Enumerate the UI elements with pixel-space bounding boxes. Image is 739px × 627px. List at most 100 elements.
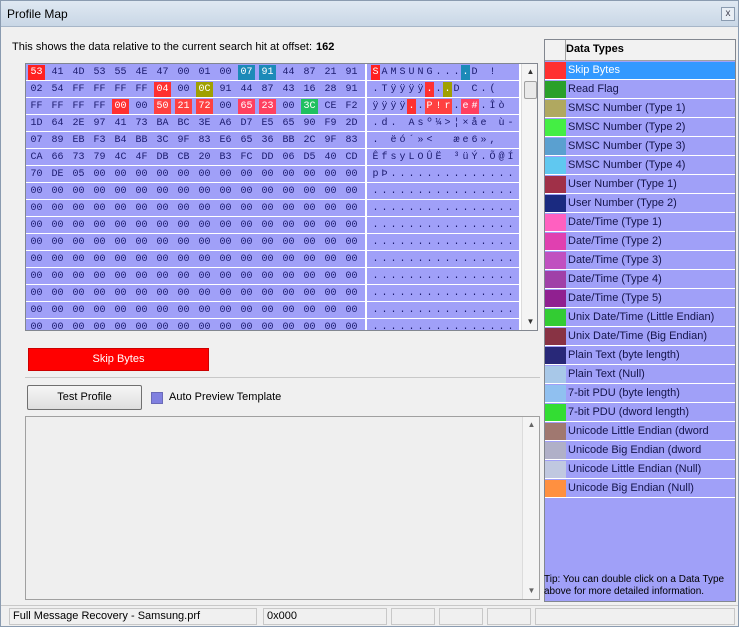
ascii-char[interactable]: e: [461, 99, 470, 114]
ascii-char[interactable]: .: [506, 320, 515, 330]
ascii-char[interactable]: [506, 133, 515, 148]
hex-byte[interactable]: 00: [343, 167, 360, 182]
ascii-char[interactable]: .: [389, 201, 398, 216]
ascii-char[interactable]: .: [416, 252, 425, 267]
hex-byte[interactable]: 00: [343, 218, 360, 233]
hex-byte[interactable]: 00: [175, 82, 192, 97]
ascii-char[interactable]: .: [434, 82, 443, 97]
ascii-char[interactable]: .: [371, 184, 380, 199]
hex-byte[interactable]: 00: [196, 184, 213, 199]
hex-byte[interactable]: 65: [238, 99, 255, 114]
preview-output-area[interactable]: ▲ ▼: [25, 416, 540, 600]
hex-byte[interactable]: 00: [91, 201, 108, 216]
ascii-char[interactable]: .: [389, 252, 398, 267]
hex-byte[interactable]: 16: [301, 82, 318, 97]
ascii-char[interactable]: .: [461, 184, 470, 199]
hex-byte[interactable]: 00: [301, 320, 318, 330]
ascii-char[interactable]: .: [497, 201, 506, 216]
ascii-char[interactable]: M: [389, 65, 398, 80]
hex-byte[interactable]: 43: [280, 82, 297, 97]
ascii-char[interactable]: .: [371, 116, 380, 131]
hex-byte[interactable]: 00: [49, 201, 66, 216]
ascii-char[interactable]: ÿ: [389, 82, 398, 97]
ascii-char[interactable]: .: [443, 252, 452, 267]
ascii-char[interactable]: [434, 133, 443, 148]
data-type-item[interactable]: SMSC Number (Type 1): [545, 100, 735, 118]
ascii-char[interactable]: @: [497, 150, 506, 165]
ascii-char[interactable]: .: [389, 320, 398, 330]
hex-byte[interactable]: 73: [133, 116, 150, 131]
ascii-char[interactable]: .: [443, 303, 452, 318]
ascii-char[interactable]: [497, 82, 506, 97]
hex-byte[interactable]: 00: [280, 184, 297, 199]
ascii-char[interactable]: L: [407, 150, 416, 165]
ascii-char[interactable]: .: [389, 218, 398, 233]
ascii-char[interactable]: .: [398, 286, 407, 301]
hex-byte[interactable]: 00: [175, 201, 192, 216]
ascii-char[interactable]: .: [398, 269, 407, 284]
hex-byte[interactable]: EB: [70, 133, 87, 148]
ascii-char[interactable]: å: [470, 116, 479, 131]
ascii-char[interactable]: .: [434, 320, 443, 330]
hex-byte[interactable]: 07: [238, 65, 255, 80]
ascii-char[interactable]: .: [425, 184, 434, 199]
ascii-char[interactable]: >: [443, 116, 452, 131]
ascii-char[interactable]: .: [470, 286, 479, 301]
hex-byte[interactable]: 02: [28, 82, 45, 97]
ascii-char[interactable]: .: [389, 235, 398, 250]
hex-byte[interactable]: 00: [70, 201, 87, 216]
ascii-char[interactable]: .: [443, 320, 452, 330]
ascii-char[interactable]: .: [506, 252, 515, 267]
ascii-char[interactable]: [506, 99, 515, 114]
hex-byte[interactable]: 00: [280, 286, 297, 301]
hex-byte[interactable]: 00: [133, 286, 150, 301]
ascii-char[interactable]: .: [479, 303, 488, 318]
ascii-char[interactable]: .: [461, 252, 470, 267]
hex-byte[interactable]: 4E: [133, 65, 150, 80]
hex-byte[interactable]: 00: [154, 286, 171, 301]
ascii-char[interactable]: D: [452, 82, 461, 97]
hex-byte[interactable]: 00: [301, 167, 318, 182]
data-type-item[interactable]: Unicode Little Endian (Null): [545, 461, 735, 479]
hex-byte[interactable]: 66: [49, 150, 66, 165]
hex-byte[interactable]: 00: [322, 286, 339, 301]
ascii-char[interactable]: º: [425, 116, 434, 131]
hex-byte[interactable]: 00: [217, 65, 234, 80]
data-type-item[interactable]: Unicode Little Endian (dword: [545, 423, 735, 441]
ascii-char[interactable]: .: [461, 320, 470, 330]
hex-byte[interactable]: 00: [175, 252, 192, 267]
hex-byte[interactable]: DB: [154, 150, 171, 165]
hex-byte[interactable]: 00: [259, 201, 276, 216]
hex-byte[interactable]: 00: [280, 218, 297, 233]
hex-byte[interactable]: 20: [196, 150, 213, 165]
hex-byte[interactable]: 00: [280, 99, 297, 114]
ascii-char[interactable]: .: [407, 235, 416, 250]
ascii-char[interactable]: .: [389, 286, 398, 301]
ascii-char[interactable]: Ë: [434, 150, 443, 165]
hex-byte[interactable]: F9: [322, 116, 339, 131]
hex-byte[interactable]: 83: [343, 133, 360, 148]
ascii-char[interactable]: .: [443, 201, 452, 216]
ascii-char[interactable]: #: [470, 99, 479, 114]
ascii-char[interactable]: D: [470, 65, 479, 80]
hex-byte[interactable]: 00: [259, 218, 276, 233]
ascii-char[interactable]: .: [416, 269, 425, 284]
ascii-char[interactable]: .: [470, 320, 479, 330]
ascii-char[interactable]: Ý: [470, 150, 479, 165]
hex-byte[interactable]: 00: [343, 235, 360, 250]
hex-byte[interactable]: FF: [70, 99, 87, 114]
hex-byte[interactable]: 00: [259, 167, 276, 182]
hex-byte[interactable]: 47: [154, 65, 171, 80]
hex-byte[interactable]: 91: [259, 65, 276, 80]
hex-byte[interactable]: 00: [154, 235, 171, 250]
hex-byte[interactable]: 00: [238, 184, 255, 199]
ascii-char[interactable]: .: [398, 167, 407, 182]
ascii-char[interactable]: .: [425, 167, 434, 182]
ascii-char[interactable]: .: [461, 269, 470, 284]
hex-byte[interactable]: 00: [49, 286, 66, 301]
ascii-char[interactable]: [497, 65, 506, 80]
ascii-char[interactable]: .: [479, 184, 488, 199]
ascii-char[interactable]: .: [506, 235, 515, 250]
data-type-item[interactable]: Date/Time (Type 5): [545, 290, 735, 308]
ascii-char[interactable]: .: [434, 201, 443, 216]
